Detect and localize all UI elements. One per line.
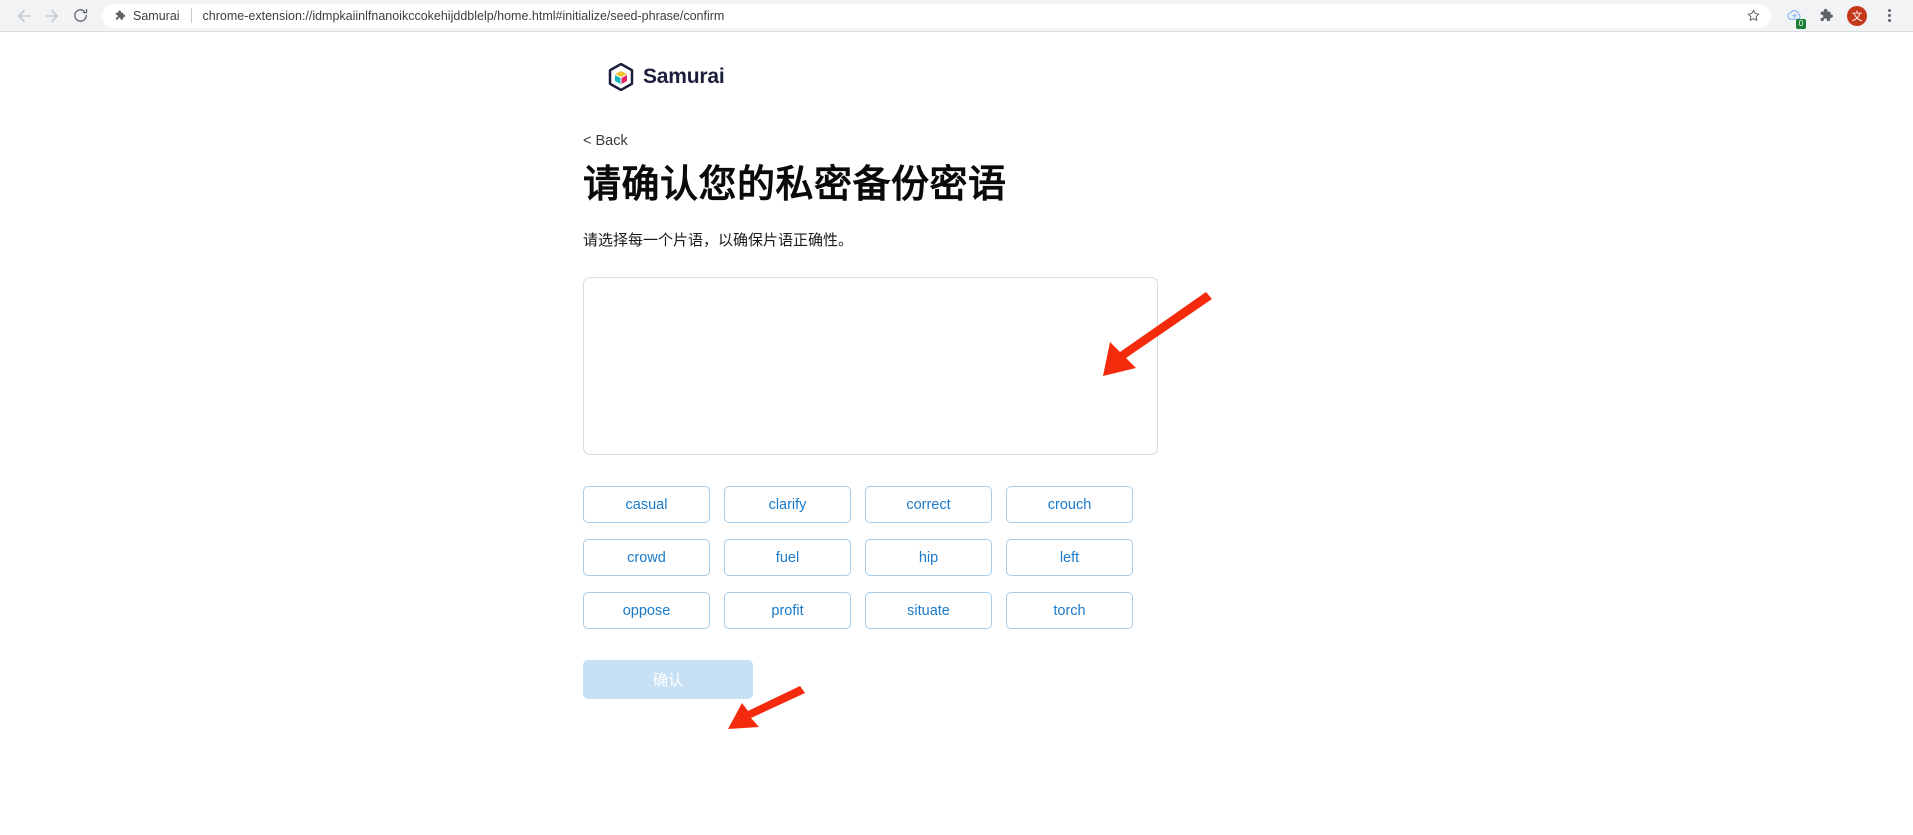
samurai-cube-logo	[608, 63, 634, 91]
browser-toolbar: Samurai chrome-extension://idmpkaiinlfna…	[0, 0, 1913, 32]
sync-status-button[interactable]: 0	[1779, 2, 1807, 30]
puzzle-piece-icon	[1820, 8, 1833, 22]
address-bar[interactable]: Samurai chrome-extension://idmpkaiinlfna…	[102, 3, 1771, 28]
word-option-button[interactable]: left	[1006, 539, 1133, 576]
page-title: 请确认您的私密备份密语	[583, 164, 1007, 206]
word-option-button[interactable]: situate	[865, 592, 992, 629]
omnibox-divider	[190, 8, 192, 23]
word-option-button[interactable]: fuel	[724, 539, 851, 576]
extensions-button[interactable]	[1811, 2, 1839, 30]
extension-origin-label: Samurai	[133, 8, 180, 23]
page-subtitle: 请选择每一个片语，以确保片语正确性。	[583, 231, 854, 249]
word-option-button[interactable]: profit	[724, 592, 851, 629]
forward-button[interactable]	[38, 2, 66, 30]
reload-icon	[73, 8, 87, 22]
onboarding-content: Samurai < Back 请确认您的私密备份密语 请选择每一个片语，以确保片…	[583, 33, 1483, 699]
arrow-left-icon	[18, 9, 31, 22]
word-option-button[interactable]: hip	[865, 539, 992, 576]
profile-button[interactable]: 文	[1843, 2, 1871, 30]
toolbar-right-icons: 0 文	[1779, 2, 1903, 30]
confirm-button[interactable]: 确认	[583, 660, 753, 699]
word-option-button[interactable]: casual	[583, 486, 710, 523]
back-link[interactable]: < Back	[583, 133, 628, 149]
reload-button[interactable]	[66, 2, 94, 30]
avatar: 文	[1847, 5, 1867, 26]
puzzle-piece-icon	[115, 10, 126, 20]
seed-phrase-box[interactable]	[583, 277, 1158, 455]
word-option-button[interactable]: correct	[865, 486, 992, 523]
chrome-menu-button[interactable]	[1875, 2, 1903, 30]
back-button[interactable]	[10, 2, 38, 30]
brand-name: Samurai	[643, 65, 725, 88]
word-option-button[interactable]: torch	[1006, 592, 1133, 629]
page-viewport: Samurai < Back 请确认您的私密备份密语 请选择每一个片语，以确保片…	[0, 33, 1913, 835]
extension-origin-chip: Samurai	[113, 9, 180, 23]
arrow-right-icon	[45, 9, 58, 22]
url-text[interactable]: chrome-extension://idmpkaiinlfnanoikccok…	[203, 9, 1740, 23]
word-option-button[interactable]: crouch	[1006, 486, 1133, 523]
three-dot-menu-icon	[1887, 9, 1891, 22]
sync-badge-count: 0	[1796, 18, 1806, 29]
star-icon	[1747, 9, 1760, 21]
brand-header: Samurai	[608, 63, 1483, 91]
word-option-button[interactable]: oppose	[583, 592, 710, 629]
word-options-grid: casual clarify correct crouch crowd fuel…	[583, 486, 1135, 629]
word-option-button[interactable]: clarify	[724, 486, 851, 523]
bookmark-button[interactable]	[1746, 8, 1761, 23]
word-option-button[interactable]: crowd	[583, 539, 710, 576]
